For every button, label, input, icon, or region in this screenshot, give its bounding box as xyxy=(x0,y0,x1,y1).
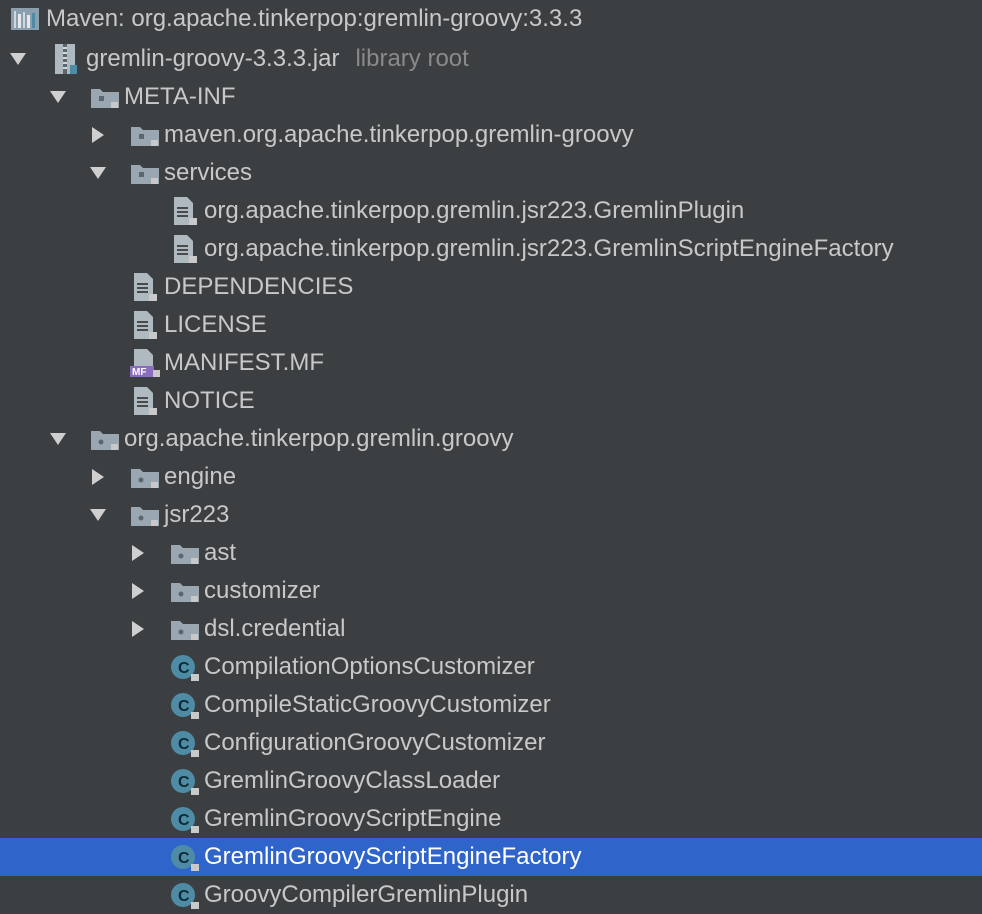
manifest-file-icon: MF xyxy=(130,349,160,378)
tree-node-package[interactable]: ast xyxy=(0,534,982,572)
tree-node-label: org.apache.tinkerpop.gremlin.groovy xyxy=(124,425,514,452)
class-icon: C xyxy=(171,807,199,833)
tree-node-class[interactable]: C GremlinGroovyScriptEngine xyxy=(0,800,982,838)
tree-node-package[interactable]: customizer xyxy=(0,572,982,610)
text-file-icon xyxy=(134,311,157,339)
collapse-arrow-icon[interactable] xyxy=(128,581,148,601)
tree-node-label: engine xyxy=(164,463,237,490)
class-badge: C xyxy=(178,850,190,867)
class-badge: C xyxy=(178,888,190,905)
class-icon: C xyxy=(171,693,199,719)
tree-node-file[interactable]: LICENSE xyxy=(0,306,982,344)
tree-node-file[interactable]: NOTICE xyxy=(0,382,982,420)
class-icon: C xyxy=(171,655,199,681)
text-file-icon xyxy=(174,197,197,225)
class-icon: C xyxy=(171,769,199,795)
collapse-arrow-icon[interactable] xyxy=(128,543,148,563)
expand-arrow-icon[interactable] xyxy=(88,505,108,525)
class-badge: C xyxy=(178,660,190,677)
tree-node-class[interactable]: C CompilationOptionsCustomizer xyxy=(0,648,982,686)
class-badge: C xyxy=(178,698,190,715)
class-icon: C xyxy=(171,731,199,757)
folder-icon xyxy=(131,165,159,184)
expand-arrow-icon[interactable] xyxy=(48,429,68,449)
tree-node-class[interactable]: C GroovyCompilerGremlinPlugin xyxy=(0,876,982,914)
tree-node-label: META-INF xyxy=(124,83,236,110)
tree-node-label: CompileStaticGroovyCustomizer xyxy=(204,691,551,718)
tree-node-class[interactable]: C ConfigurationGroovyCustomizer xyxy=(0,724,982,762)
tree-node-label: customizer xyxy=(204,577,321,604)
expand-arrow-icon[interactable] xyxy=(88,163,108,183)
package-icon xyxy=(171,621,199,640)
package-icon xyxy=(131,507,159,526)
tree-node-label: GremlinGroovyScriptEngine xyxy=(204,805,502,832)
tree-header[interactable]: Maven: org.apache.tinkerpop:gremlin-groo… xyxy=(0,0,982,38)
tree-node-package[interactable]: org.apache.tinkerpop.gremlin.groovy xyxy=(0,420,982,458)
tree-node-label: GroovyCompilerGremlinPlugin xyxy=(204,881,529,908)
class-badge: C xyxy=(178,774,190,791)
tree-node-label: GremlinGroovyScriptEngineFactory xyxy=(204,843,582,870)
folder-icon xyxy=(91,89,119,108)
package-icon xyxy=(131,469,159,488)
library-title: Maven: org.apache.tinkerpop:gremlin-groo… xyxy=(46,5,583,32)
tree-node-services[interactable]: services xyxy=(0,154,982,192)
manifest-badge: MF xyxy=(132,367,146,378)
library-icon xyxy=(11,8,39,30)
jar-icon xyxy=(55,44,77,74)
tree-node-label: LICENSE xyxy=(164,311,267,338)
tree-node-label: CompilationOptionsCustomizer xyxy=(204,653,535,680)
class-icon: C xyxy=(171,845,199,871)
class-icon: C xyxy=(171,883,199,909)
tree-node-label: MANIFEST.MF xyxy=(164,349,324,376)
tree-node-label: maven.org.apache.tinkerpop.gremlin-groov… xyxy=(164,121,634,148)
tree-node-label: dsl.credential xyxy=(204,615,346,642)
tree-node-class[interactable]: C GremlinGroovyClassLoader xyxy=(0,762,982,800)
package-icon xyxy=(91,431,119,450)
tree-node-package[interactable]: dsl.credential xyxy=(0,610,982,648)
tree-node-label: jsr223 xyxy=(164,501,230,528)
package-icon xyxy=(171,583,199,602)
collapse-arrow-icon[interactable] xyxy=(128,619,148,639)
tree-node-label: ast xyxy=(204,539,237,566)
tree-node-package[interactable]: engine xyxy=(0,458,982,496)
tree-node-file[interactable]: MF MANIFEST.MF xyxy=(0,344,982,382)
tree-node-jar[interactable]: gremlin-groovy-3.3.3.jar library root xyxy=(0,40,982,78)
tree-node-file[interactable]: org.apache.tinkerpop.gremlin.jsr223.Grem… xyxy=(0,192,982,230)
text-file-icon xyxy=(174,235,197,263)
expand-arrow-icon[interactable] xyxy=(48,87,68,107)
collapse-arrow-icon[interactable] xyxy=(88,125,108,145)
collapse-arrow-icon[interactable] xyxy=(88,467,108,487)
tree-node-package[interactable]: jsr223 xyxy=(0,496,982,534)
tree-node-label: NOTICE xyxy=(164,387,255,414)
tree-node-label: org.apache.tinkerpop.gremlin.jsr223.Grem… xyxy=(204,235,894,262)
package-icon xyxy=(171,545,199,564)
class-badge: C xyxy=(178,736,190,753)
project-tree: Maven: org.apache.tinkerpop:gremlin-groo… xyxy=(0,0,982,909)
tree-node-label: ConfigurationGroovyCustomizer xyxy=(204,729,546,756)
tree-node-class-selected[interactable]: C GremlinGroovyScriptEngineFactory xyxy=(0,838,982,876)
tree-node-label: GremlinGroovyClassLoader xyxy=(204,767,501,794)
tree-node-label: services xyxy=(164,159,253,186)
folder-icon xyxy=(131,127,159,146)
tree-node-label: org.apache.tinkerpop.gremlin.jsr223.Grem… xyxy=(204,197,745,224)
tree-node-file[interactable]: DEPENDENCIES xyxy=(0,268,982,306)
expand-arrow-icon[interactable] xyxy=(8,49,28,69)
tree-node-label: DEPENDENCIES xyxy=(164,273,354,300)
text-file-icon xyxy=(134,387,157,415)
text-file-icon xyxy=(134,273,157,301)
tree-node-maven[interactable]: maven.org.apache.tinkerpop.gremlin-groov… xyxy=(0,116,982,154)
class-badge: C xyxy=(178,812,190,829)
tree-node-label: gremlin-groovy-3.3.3.jar library root xyxy=(86,45,469,72)
tree-node-meta-inf[interactable]: META-INF xyxy=(0,78,982,116)
tree-node-file[interactable]: org.apache.tinkerpop.gremlin.jsr223.Grem… xyxy=(0,230,982,268)
tree-node-class[interactable]: C CompileStaticGroovyCustomizer xyxy=(0,686,982,724)
